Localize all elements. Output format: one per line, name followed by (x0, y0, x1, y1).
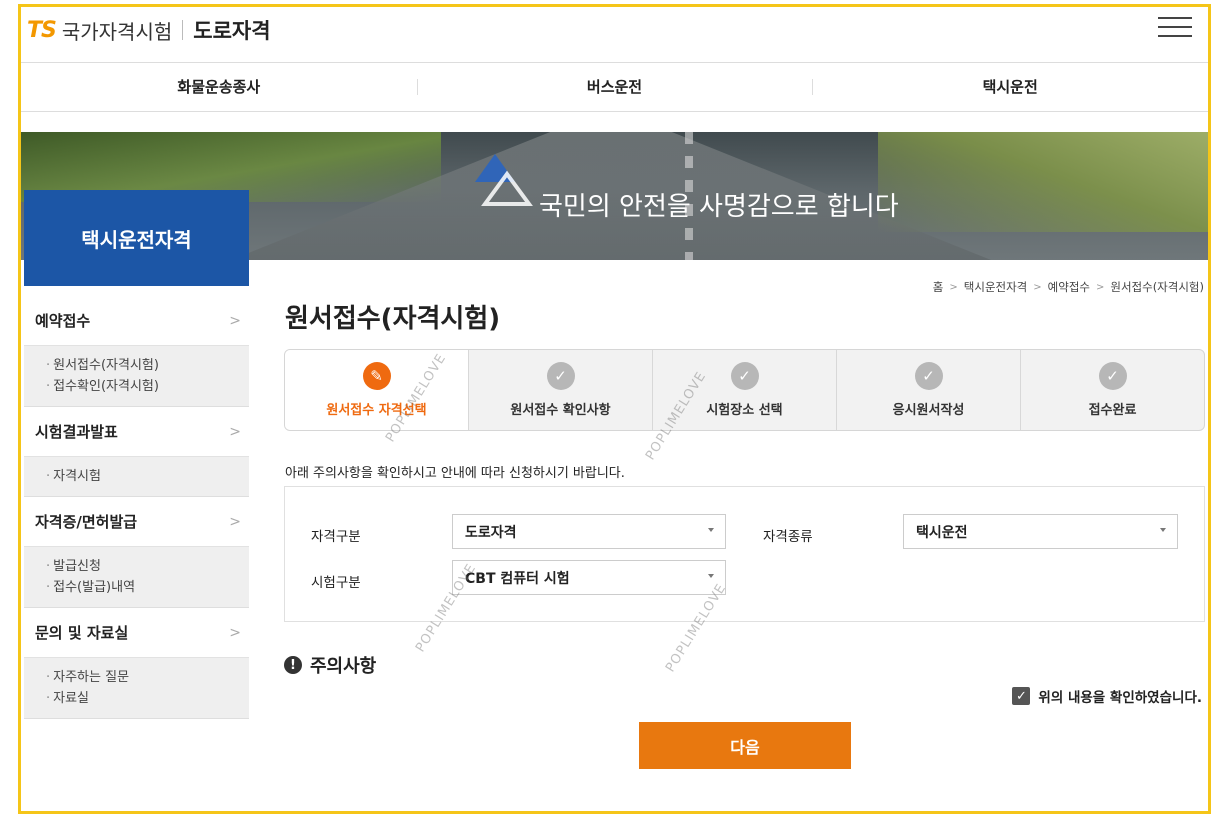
check-icon: ✓ (1098, 362, 1127, 390)
sidebar-group-support: 문의 및 자료실 > 자주하는 질문 자료실 (24, 608, 249, 719)
sidebar-item-support[interactable]: 문의 및 자료실 > (24, 608, 249, 658)
sidebar-link-issue-history[interactable]: 접수(발급)내역 (46, 577, 249, 598)
sidebar-group-results: 시험결과발표 > 자격시험 (24, 407, 249, 497)
chevron-right-icon: > (1095, 281, 1105, 293)
banner-slogan: 국민의 안전을 사명감으로 합니다 (539, 192, 899, 222)
sidebar-link-faq[interactable]: 자주하는 질문 (46, 667, 249, 688)
caution-title: 주의사항 (310, 656, 377, 677)
exam-type-label: 시험구분 (311, 575, 361, 591)
exclamation-icon: ! (284, 656, 302, 674)
page-frame: TS 국가자격시험 도로자격 화물운송종사 버스운전 택시운전 국민의 안전을 … (18, 4, 1211, 814)
sidebar-item-reservation[interactable]: 예약접수 > (24, 296, 249, 346)
check-icon: ✓ (914, 362, 943, 390)
qual-kind-label: 자격종류 (763, 529, 813, 545)
confirm-label: 위의 내용을 확인하였습니다. (1038, 690, 1202, 706)
dropdown-arrow-icon (708, 574, 714, 578)
step-label: 접수완료 (1088, 403, 1137, 418)
qual-kind-value: 택시운전 (916, 524, 968, 541)
chevron-right-icon: > (1033, 281, 1042, 293)
chevron-right-icon: > (229, 312, 241, 329)
exam-type-select[interactable]: CBT 컴퓨터 시험 (452, 560, 726, 595)
sidebar-item-license[interactable]: 자격증/면허발급 > (24, 497, 249, 547)
qual-type-value: 도로자격 (465, 524, 517, 541)
section-name: 도로자격 (193, 19, 271, 43)
chevron-right-icon: > (949, 281, 958, 293)
qualification-form: 자격구분 도로자격 자격종류 택시운전 시험구분 CBT 컴퓨터 시험 (284, 486, 1205, 622)
hamburger-menu-icon[interactable] (1158, 15, 1192, 39)
confirm-checkbox-row[interactable]: ✓ 위의 내용을 확인하였습니다. (1012, 686, 1202, 706)
site-header: TS 국가자격시험 도로자격 (21, 7, 1208, 59)
sidebar-link-resources[interactable]: 자료실 (46, 688, 249, 709)
caution-heading: ! 주의사항 (284, 652, 376, 678)
sidebar-link-confirmation[interactable]: 접수확인(자격시험) (46, 376, 249, 397)
step-qualification-select[interactable]: ✎ 원서접수 자격선택 (285, 350, 468, 430)
nav-bus[interactable]: 버스운전 (416, 63, 813, 111)
triangle-logo-icon (475, 154, 533, 206)
sidebar: 예약접수 > 원서접수(자격시험) 접수확인(자격시험) 시험결과발표 > 자격… (24, 296, 249, 719)
chevron-right-icon: > (229, 423, 241, 440)
step-confirm-notes[interactable]: ✓ 원서접수 확인사항 (468, 350, 652, 430)
ts-logo-mark: TS (27, 17, 57, 43)
sidebar-title: 택시운전자격 (24, 190, 249, 286)
nav-cargo[interactable]: 화물운송종사 (21, 63, 417, 111)
chevron-right-icon: > (229, 513, 241, 530)
check-icon: ✓ (546, 362, 575, 390)
check-icon: ✓ (730, 362, 759, 390)
breadcrumb-home[interactable]: 홈 (933, 279, 944, 295)
sidebar-group-reservation: 예약접수 > 원서접수(자격시험) 접수확인(자격시험) (24, 296, 249, 407)
page-title: 원서접수(자격시험) (285, 304, 501, 334)
step-label: 원서접수 자격선택 (326, 403, 427, 418)
sidebar-item-label: 예약접수 (35, 312, 91, 330)
step-label: 시험장소 선택 (706, 403, 783, 418)
step-application-form[interactable]: ✓ 응시원서작성 (836, 350, 1020, 430)
qual-type-label: 자격구분 (311, 529, 361, 545)
logo-name: 국가자격시험 (61, 19, 173, 44)
sidebar-link-issue-request[interactable]: 발급신청 (46, 556, 249, 577)
logo-divider (182, 20, 184, 40)
sidebar-group-license: 자격증/면허발급 > 발급신청 접수(발급)내역 (24, 497, 249, 608)
next-button[interactable]: 다음 (639, 722, 851, 769)
sidebar-submenu: 발급신청 접수(발급)내역 (24, 547, 249, 608)
sidebar-item-label: 시험결과발표 (35, 423, 118, 441)
qual-type-select[interactable]: 도로자격 (452, 514, 726, 549)
notice-text: 아래 주의사항을 확인하시고 안내에 따라 신청하시기 바랍니다. (285, 466, 625, 481)
breadcrumb-reservation[interactable]: 예약접수 (1048, 279, 1090, 295)
sidebar-item-results[interactable]: 시험결과발표 > (24, 407, 249, 457)
sidebar-item-label: 자격증/면허발급 (35, 513, 138, 531)
dropdown-arrow-icon (708, 528, 714, 532)
step-label: 응시원서작성 (892, 403, 965, 418)
nav-taxi[interactable]: 택시운전 (812, 63, 1208, 111)
step-complete[interactable]: ✓ 접수완료 (1020, 350, 1204, 430)
step-venue-select[interactable]: ✓ 시험장소 선택 (652, 350, 836, 430)
sidebar-submenu: 자격시험 (24, 457, 249, 497)
step-label: 원서접수 확인사항 (510, 403, 611, 418)
sidebar-submenu: 자주하는 질문 자료실 (24, 658, 249, 719)
dropdown-arrow-icon (1160, 528, 1166, 532)
sidebar-submenu: 원서접수(자격시험) 접수확인(자격시험) (24, 346, 249, 407)
sidebar-link-application[interactable]: 원서접수(자격시험) (46, 355, 249, 376)
qual-kind-select[interactable]: 택시운전 (903, 514, 1178, 549)
sidebar-item-label: 문의 및 자료실 (35, 624, 129, 642)
sidebar-link-qualification-exam[interactable]: 자격시험 (46, 466, 249, 487)
site-logo[interactable]: TS 국가자격시험 도로자격 (27, 15, 271, 45)
top-nav: 화물운송종사 버스운전 택시운전 (21, 62, 1208, 112)
breadcrumb: 홈 > 택시운전자격 > 예약접수 > 원서접수(자격시험) (933, 279, 1204, 295)
confirm-checkbox[interactable]: ✓ (1012, 687, 1031, 705)
chevron-right-icon: > (229, 624, 241, 641)
step-indicator: ✎ 원서접수 자격선택 ✓ 원서접수 확인사항 ✓ 시험장소 선택 ✓ 응시원서… (284, 349, 1205, 431)
pencil-icon: ✎ (362, 362, 391, 390)
breadcrumb-taxi[interactable]: 택시운전자격 (964, 279, 1027, 295)
exam-type-value: CBT 컴퓨터 시험 (465, 570, 570, 587)
breadcrumb-current: 원서접수(자격시험) (1110, 280, 1204, 294)
